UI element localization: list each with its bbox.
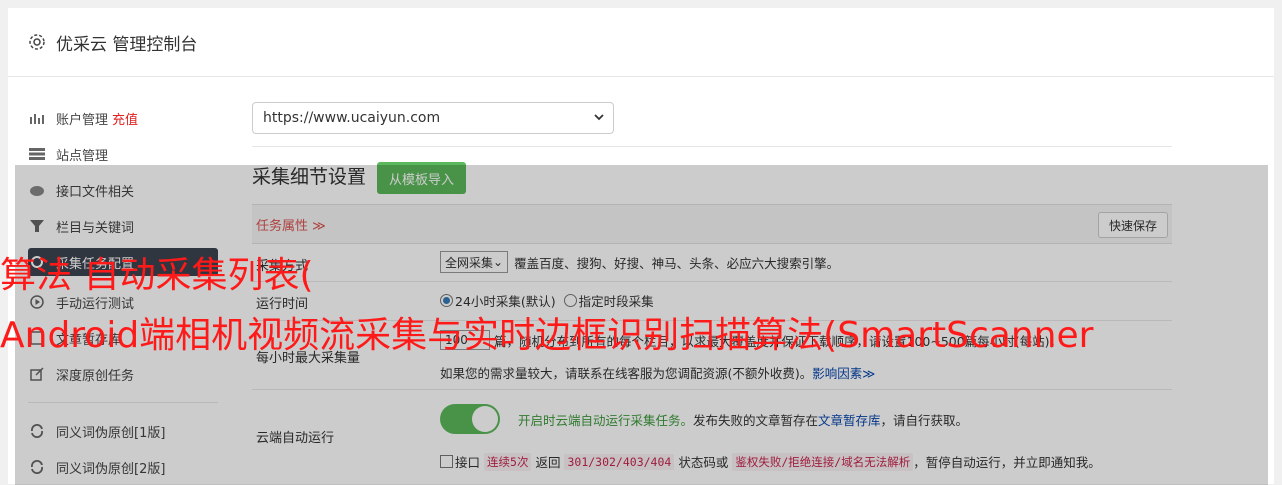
server-icon [28, 145, 46, 163]
app-title: 优采云 管理控制台 [56, 34, 198, 55]
chevron-down-icon [593, 111, 605, 127]
bar-chart-icon [28, 109, 46, 127]
recharge-link[interactable]: 充值 [112, 109, 138, 128]
watermark-line2: Android端相机视频流采集与实时边框识别扫描算法(SmartScanner [0, 315, 1094, 356]
site-select[interactable]: https://www.ucaiyun.com [252, 102, 614, 134]
divider [252, 146, 1172, 147]
top-bar: 优采云 管理控制台 [8, 8, 1274, 77]
site-select-value: https://www.ucaiyun.com [263, 110, 441, 126]
sidebar-item-sites[interactable]: 站点管理 [28, 140, 218, 168]
sidebar-item-label: 站点管理 [56, 148, 109, 164]
watermark-line1: 算法 自动采集列表( [0, 255, 314, 296]
sidebar-item-account[interactable]: 账户管理 充值 [28, 104, 218, 132]
sidebar-item-label: 账户管理 [56, 112, 109, 128]
gear-icon [28, 33, 46, 51]
